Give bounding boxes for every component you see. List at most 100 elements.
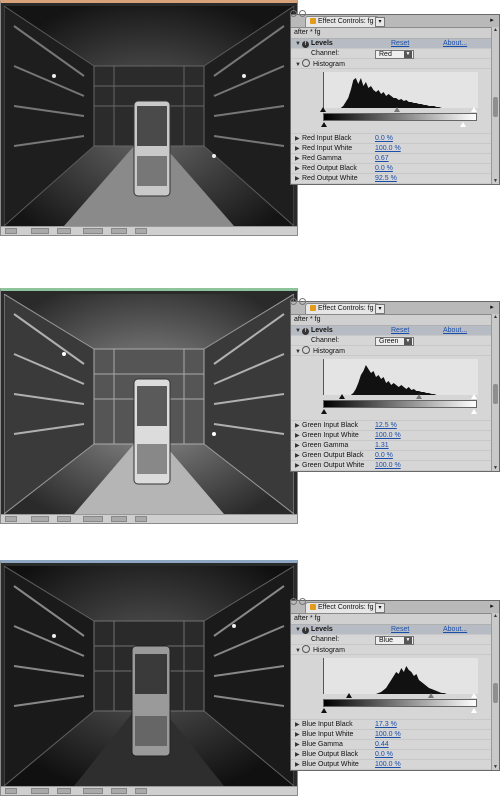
input-black-slider[interactable] <box>346 693 352 698</box>
gamma-slider[interactable] <box>394 107 400 112</box>
scroll-down-icon[interactable]: ▼ <box>492 764 499 770</box>
disclosure-triangle-icon[interactable]: ▼ <box>295 40 302 49</box>
scroll-down-icon[interactable]: ▼ <box>492 465 499 471</box>
param-value[interactable]: 0.44 <box>375 740 389 749</box>
disclosure-triangle-icon[interactable]: ▶ <box>295 452 302 461</box>
disclosure-triangle-icon[interactable]: ▶ <box>295 721 302 730</box>
scroll-up-icon[interactable]: ▲ <box>492 613 499 619</box>
fx-toggle-icon[interactable]: f <box>302 627 309 634</box>
param-value[interactable]: 0.0 % <box>375 134 393 143</box>
param-value[interactable]: 1.31 <box>375 441 389 450</box>
gamma-slider[interactable] <box>416 394 422 399</box>
composition-viewer-blue[interactable] <box>0 560 298 796</box>
tab-menu-button[interactable]: ▾ <box>375 17 385 27</box>
disclosure-triangle-icon[interactable]: ▶ <box>295 422 302 431</box>
stopwatch-icon[interactable] <box>302 645 310 653</box>
tab-effect-controls[interactable]: Effect Controls: fg <box>305 303 379 314</box>
disclosure-triangle-icon[interactable]: ▼ <box>295 327 302 336</box>
window-minimize-icon[interactable] <box>299 10 306 17</box>
panel-menu-icon[interactable]: ▸ <box>488 304 496 312</box>
gamma-slider[interactable] <box>428 693 434 698</box>
tab-effect-controls[interactable]: Effect Controls: fg <box>305 602 379 613</box>
param-value[interactable]: 92.5 % <box>375 174 397 183</box>
scroll-thumb[interactable] <box>493 683 498 703</box>
param-value[interactable]: 100.0 % <box>375 730 401 739</box>
channel-dropdown[interactable]: Blue ▼ <box>375 636 414 645</box>
output-black-slider[interactable] <box>321 708 327 713</box>
param-value[interactable]: 12.5 % <box>375 421 397 430</box>
disclosure-triangle-icon[interactable]: ▶ <box>295 751 302 760</box>
tab-effect-controls[interactable]: Effect Controls: fg <box>305 16 379 27</box>
window-close-icon[interactable] <box>290 298 297 305</box>
about-link[interactable]: About... <box>443 625 467 634</box>
disclosure-triangle-icon[interactable]: ▶ <box>295 731 302 740</box>
param-value[interactable]: 100.0 % <box>375 144 401 153</box>
fx-toggle-icon[interactable]: f <box>302 328 309 335</box>
output-white-slider[interactable] <box>471 409 477 414</box>
reset-link[interactable]: Reset <box>391 326 409 335</box>
about-link[interactable]: About... <box>443 326 467 335</box>
window-controls[interactable] <box>290 292 312 305</box>
histogram-area[interactable] <box>291 655 499 720</box>
window-controls[interactable] <box>290 4 312 17</box>
disclosure-triangle-icon[interactable]: ▶ <box>295 432 302 441</box>
param-value[interactable]: 0.0 % <box>375 164 393 173</box>
reset-link[interactable]: Reset <box>391 39 409 48</box>
output-black-slider[interactable] <box>321 122 327 127</box>
window-minimize-icon[interactable] <box>299 598 306 605</box>
fx-toggle-icon[interactable]: f <box>302 41 309 48</box>
param-value[interactable]: 0.67 <box>375 154 389 163</box>
window-close-icon[interactable] <box>290 598 297 605</box>
input-black-slider[interactable] <box>320 107 326 112</box>
param-value[interactable]: 100.0 % <box>375 431 401 440</box>
input-white-slider[interactable] <box>471 693 477 698</box>
effect-header-row[interactable]: ▼ f Levels Reset About... <box>291 326 499 336</box>
panel-scrollbar[interactable]: ▲ ▼ <box>491 27 499 184</box>
scroll-thumb[interactable] <box>493 97 498 117</box>
viewer-status-bar[interactable] <box>1 786 297 795</box>
panel-scrollbar[interactable]: ▲ ▼ <box>491 613 499 770</box>
tab-menu-button[interactable]: ▾ <box>375 603 385 613</box>
composition-viewer-green[interactable] <box>0 288 298 524</box>
scroll-up-icon[interactable]: ▲ <box>492 27 499 33</box>
input-white-slider[interactable] <box>471 107 477 112</box>
viewer-status-bar[interactable] <box>1 226 297 235</box>
param-value[interactable]: 0.0 % <box>375 451 393 460</box>
disclosure-triangle-icon[interactable]: ▶ <box>295 145 302 154</box>
panel-menu-icon[interactable]: ▸ <box>488 603 496 611</box>
tab-menu-button[interactable]: ▾ <box>375 304 385 314</box>
disclosure-triangle-icon[interactable]: ▶ <box>295 741 302 750</box>
channel-dropdown[interactable]: Green ▼ <box>375 337 414 346</box>
output-white-slider[interactable] <box>471 708 477 713</box>
window-close-icon[interactable] <box>290 10 297 17</box>
disclosure-triangle-icon[interactable]: ▶ <box>295 442 302 451</box>
scroll-up-icon[interactable]: ▲ <box>492 314 499 320</box>
disclosure-triangle-icon[interactable]: ▶ <box>295 155 302 164</box>
scroll-down-icon[interactable]: ▼ <box>492 178 499 184</box>
histogram-area[interactable] <box>291 69 499 134</box>
channel-dropdown[interactable]: Red ▼ <box>375 50 414 59</box>
output-black-slider[interactable] <box>321 409 327 414</box>
reset-link[interactable]: Reset <box>391 625 409 634</box>
viewer-status-bar[interactable] <box>1 514 297 523</box>
panel-menu-icon[interactable]: ▸ <box>488 17 496 25</box>
window-controls[interactable] <box>290 592 312 605</box>
disclosure-triangle-icon[interactable]: ▼ <box>295 626 302 635</box>
scroll-thumb[interactable] <box>493 384 498 404</box>
histogram-area[interactable] <box>291 356 499 421</box>
disclosure-triangle-icon[interactable]: ▶ <box>295 175 302 184</box>
disclosure-triangle-icon[interactable]: ▶ <box>295 165 302 174</box>
effect-header-row[interactable]: ▼ f Levels Reset About... <box>291 625 499 635</box>
disclosure-triangle-icon[interactable]: ▶ <box>295 135 302 144</box>
composition-viewer-red[interactable] <box>0 0 298 236</box>
effect-header-row[interactable]: ▼ f Levels Reset About... <box>291 39 499 49</box>
stopwatch-icon[interactable] <box>302 59 310 67</box>
param-value[interactable]: 17.3 % <box>375 720 397 729</box>
input-white-slider[interactable] <box>471 394 477 399</box>
window-minimize-icon[interactable] <box>299 298 306 305</box>
output-white-slider[interactable] <box>460 122 466 127</box>
param-value[interactable]: 100.0 % <box>375 461 401 470</box>
param-value[interactable]: 0.0 % <box>375 750 393 759</box>
panel-scrollbar[interactable]: ▲ ▼ <box>491 314 499 471</box>
about-link[interactable]: About... <box>443 39 467 48</box>
